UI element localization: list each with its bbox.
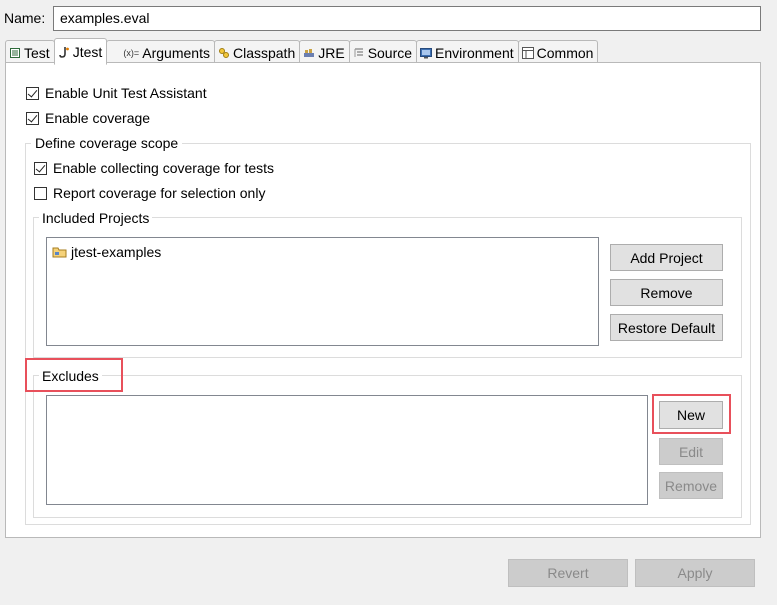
add-project-button[interactable]: Add Project bbox=[610, 244, 723, 271]
collect-coverage-checkbox[interactable] bbox=[34, 161, 47, 175]
tab-classpath[interactable]: Classpath bbox=[213, 40, 301, 64]
collect-coverage-option[interactable]: Enable collecting coverage for tests bbox=[34, 160, 274, 176]
source-icon bbox=[353, 47, 365, 59]
arguments-icon: (x)= bbox=[123, 47, 140, 58]
jre-icon bbox=[303, 47, 315, 59]
environment-icon bbox=[420, 47, 433, 59]
tab-common[interactable]: Common bbox=[517, 40, 599, 64]
tab-jre[interactable]: JRE bbox=[299, 40, 350, 64]
tab-label: Classpath bbox=[232, 44, 296, 61]
enable-coverage-label: Enable coverage bbox=[45, 110, 151, 126]
selection-only-checkbox[interactable] bbox=[34, 186, 47, 200]
included-projects-list[interactable]: jtest-examples bbox=[46, 237, 599, 346]
included-projects-title: Included Projects bbox=[39, 210, 153, 226]
enable-coverage-option[interactable]: Enable coverage bbox=[26, 110, 150, 126]
tab-label: Arguments bbox=[142, 44, 210, 61]
tab-label: Common bbox=[536, 44, 594, 61]
tab-bar: Test Jtest (x)= Arguments Classpath JRE … bbox=[5, 38, 599, 65]
enable-uta-label: Enable Unit Test Assistant bbox=[45, 85, 207, 101]
tab-arguments[interactable]: (x)= Arguments bbox=[106, 40, 215, 64]
restore-default-button[interactable]: Restore Default bbox=[610, 314, 723, 341]
tab-environment[interactable]: Environment bbox=[416, 40, 519, 64]
excludes-list[interactable] bbox=[46, 395, 648, 505]
apply-button[interactable]: Apply bbox=[635, 559, 755, 587]
new-button-highlight-box bbox=[652, 394, 731, 434]
excludes-highlight-box bbox=[25, 358, 123, 392]
test-icon bbox=[9, 47, 21, 59]
collect-coverage-label: Enable collecting coverage for tests bbox=[53, 160, 275, 176]
tab-label: Test bbox=[24, 44, 50, 61]
classpath-icon bbox=[218, 47, 230, 59]
project-folder-icon bbox=[52, 245, 68, 259]
edit-exclude-button[interactable]: Edit bbox=[659, 438, 723, 465]
enable-coverage-checkbox[interactable] bbox=[26, 111, 39, 125]
tab-test[interactable]: Test bbox=[5, 40, 55, 64]
remove-project-button[interactable]: Remove bbox=[610, 279, 723, 306]
selection-only-label: Report coverage for selection only bbox=[53, 185, 266, 201]
tab-label: JRE bbox=[318, 44, 345, 61]
tab-jtest[interactable]: Jtest bbox=[53, 38, 108, 65]
enable-uta-option[interactable]: Enable Unit Test Assistant bbox=[26, 85, 207, 101]
selection-only-option[interactable]: Report coverage for selection only bbox=[34, 185, 265, 201]
revert-button[interactable]: Revert bbox=[508, 559, 628, 587]
tab-source[interactable]: Source bbox=[348, 40, 418, 64]
list-item[interactable]: jtest-examples bbox=[52, 244, 161, 260]
common-icon bbox=[521, 46, 534, 59]
remove-exclude-button[interactable]: Remove bbox=[659, 472, 723, 499]
enable-uta-checkbox[interactable] bbox=[26, 86, 39, 100]
name-label: Name: bbox=[4, 10, 46, 26]
tab-label: Environment bbox=[435, 44, 514, 61]
project-label: jtest-examples bbox=[71, 244, 162, 260]
tab-label: Jtest bbox=[72, 43, 103, 60]
jtest-icon bbox=[58, 46, 70, 58]
name-input[interactable]: examples.eval bbox=[53, 6, 761, 31]
tab-label: Source bbox=[367, 44, 413, 61]
coverage-scope-title: Define coverage scope bbox=[31, 135, 183, 151]
